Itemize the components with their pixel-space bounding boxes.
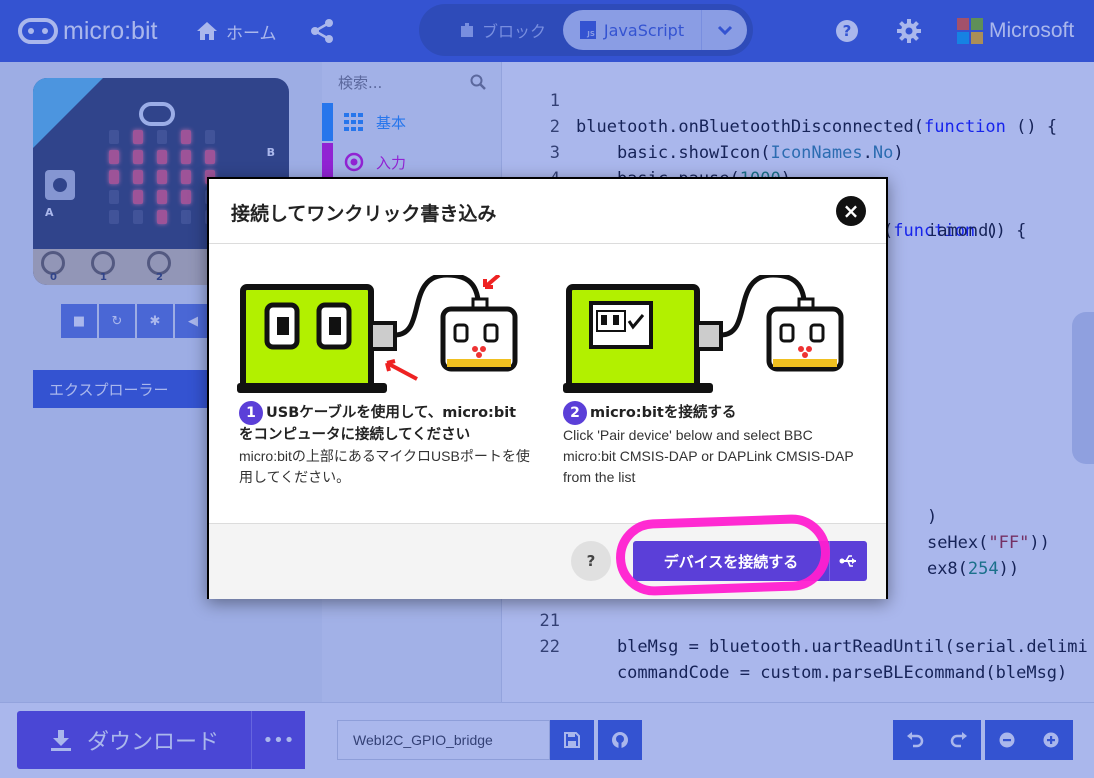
step-1-title-b: をコンピュータに接続してください bbox=[239, 427, 471, 443]
step-1-title-a: USBケーブルを使用して、micro:bit bbox=[266, 405, 517, 421]
step-2-title-text: micro:bitを接続する bbox=[590, 405, 737, 421]
dialog-title: 接続してワンクリック書き込み bbox=[231, 203, 497, 225]
step-2-description: Click 'Pair device' below and select BBC… bbox=[563, 427, 854, 485]
highlight-annotation bbox=[614, 513, 832, 597]
step-2: 2 micro:bitを接続する Click 'Pair device' belo… bbox=[563, 401, 863, 488]
pair-device-dialog: 接続してワンクリック書き込み × 1 USBケーブルを使用して、micro:bi… bbox=[207, 177, 888, 599]
step-2-number: 2 bbox=[563, 401, 587, 425]
step-2-title: 2 micro:bitを接続する bbox=[563, 401, 863, 425]
dialog-help-button[interactable]: ? bbox=[571, 541, 611, 581]
pair-device-illustration bbox=[563, 275, 844, 393]
step-1-description: micro:bitの上部にあるマイクロUSBポートを使用してください。 bbox=[239, 448, 530, 485]
step-1: 1 USBケーブルを使用して、micro:bit をコンピュータに接続してください… bbox=[239, 401, 539, 488]
close-button[interactable]: × bbox=[836, 196, 866, 226]
step-1-number: 1 bbox=[239, 401, 263, 425]
usb-icon bbox=[829, 541, 867, 581]
step-1-title: 1 USBケーブルを使用して、micro:bit bbox=[239, 401, 539, 425]
usb-connect-illustration bbox=[237, 275, 518, 393]
dialog-divider bbox=[209, 243, 886, 244]
